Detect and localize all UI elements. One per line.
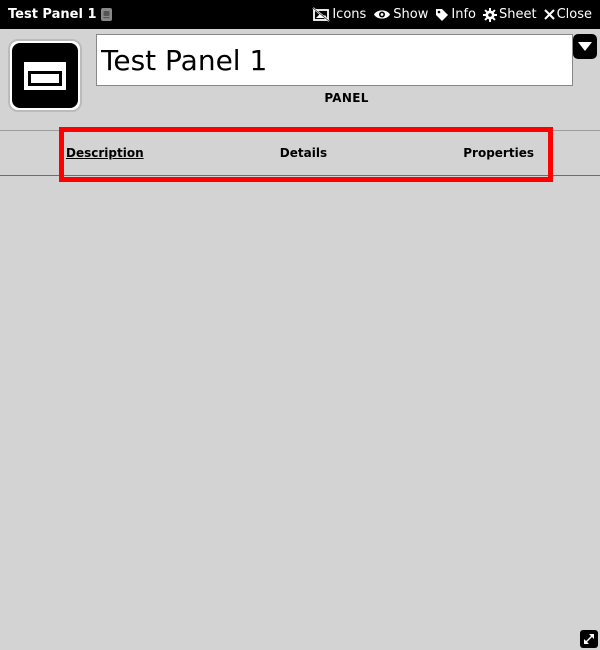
sheet-button[interactable]: Sheet <box>482 7 537 22</box>
sheet-image[interactable] <box>8 39 82 112</box>
tab-details[interactable]: Details <box>280 146 327 160</box>
tag-icon <box>436 8 449 21</box>
sheet-button-label: Sheet <box>498 7 537 22</box>
close-icon <box>543 9 555 20</box>
sheet-menu-button[interactable] <box>573 34 597 59</box>
info-button[interactable]: Info <box>435 7 476 22</box>
close-button[interactable]: Close <box>543 7 592 22</box>
info-button-label: Info <box>451 7 476 22</box>
icons-button[interactable]: Icons <box>312 7 366 22</box>
resize-icon <box>584 634 594 644</box>
window-controls: Icons Show Info Sheet Close <box>305 7 592 22</box>
show-button-label: Show <box>393 7 429 22</box>
tab-list: Description Details Properties <box>66 131 534 175</box>
sheet-type-label: PANEL <box>324 91 369 105</box>
panel-icon <box>12 43 78 108</box>
icons-button-label: Icons <box>332 7 367 22</box>
document-icon <box>100 8 112 21</box>
show-button[interactable]: Show <box>373 7 428 22</box>
sheet-header: PANEL <box>0 29 600 131</box>
close-button-label: Close <box>556 7 592 22</box>
window-titlebar[interactable]: Test Panel 1 Icons Show Info Sheet Close <box>0 0 600 29</box>
window-title: Test Panel 1 <box>8 7 97 22</box>
gear-icon <box>482 7 497 22</box>
tab-properties[interactable]: Properties <box>463 146 534 160</box>
eye-icon <box>374 10 391 19</box>
sheet-name-input[interactable] <box>96 34 573 86</box>
tab-content-area <box>0 176 600 650</box>
chevron-down-icon <box>578 42 592 51</box>
resize-handle[interactable] <box>580 630 598 648</box>
tab-description[interactable]: Description <box>66 146 144 160</box>
no-image-icon <box>312 7 330 22</box>
window-title-group: Test Panel 1 <box>8 7 112 22</box>
tab-bar: Description Details Properties <box>0 130 600 176</box>
